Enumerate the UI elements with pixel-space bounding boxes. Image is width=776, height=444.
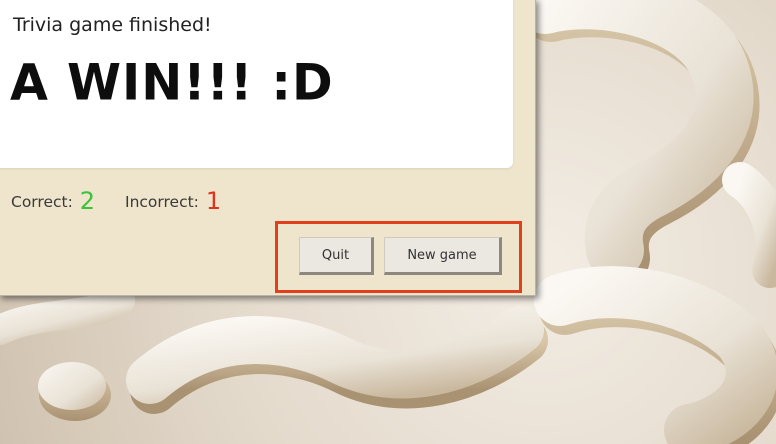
result-heading: A WIN!!! :D: [10, 53, 334, 112]
game-finished-text: Trivia game finished!: [13, 14, 212, 36]
correct-count: 2: [79, 187, 96, 215]
incorrect-score: Incorrect: 1: [125, 187, 221, 215]
correct-score: Correct: 2: [11, 187, 95, 215]
new-game-button[interactable]: New game: [384, 237, 502, 275]
incorrect-count: 1: [205, 187, 222, 215]
game-over-panel: Trivia game finished! A WIN!!! :D Correc…: [0, 0, 536, 296]
correct-label: Correct:: [11, 193, 73, 211]
incorrect-label: Incorrect:: [125, 193, 199, 211]
result-card: Trivia game finished! A WIN!!! :D: [0, 0, 513, 168]
quit-button[interactable]: Quit: [299, 237, 374, 275]
